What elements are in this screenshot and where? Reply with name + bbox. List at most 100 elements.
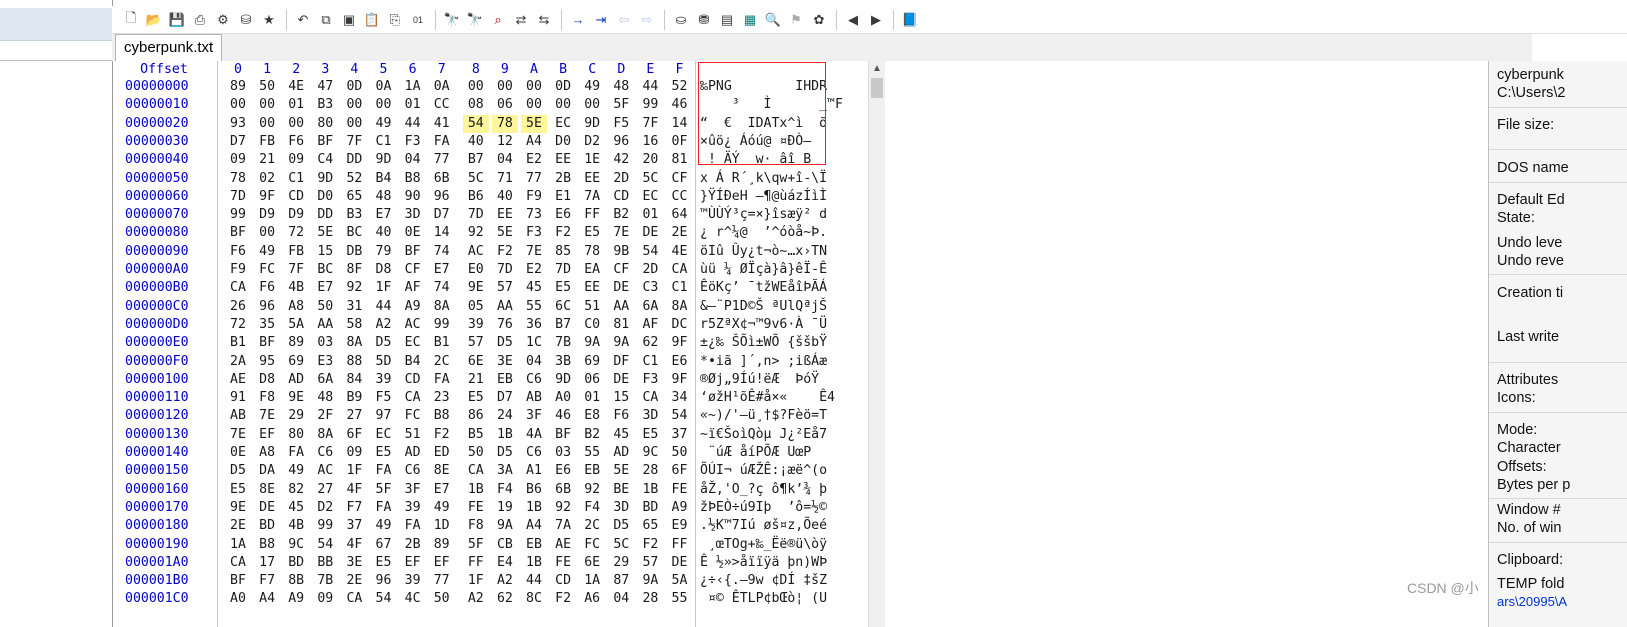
hex-byte[interactable]: E6	[550, 462, 576, 480]
hex-byte[interactable]: 57	[637, 554, 663, 572]
hex-byte[interactable]: 64	[667, 206, 693, 224]
hex-byte[interactable]: 39	[400, 572, 426, 590]
hex-byte[interactable]: 2B	[400, 536, 426, 554]
hex-byte[interactable]: 02	[254, 170, 280, 188]
hex-byte[interactable]: 9A	[608, 334, 634, 352]
hex-byte[interactable]: AC	[463, 243, 489, 261]
hex-byte[interactable]: 1B	[521, 554, 547, 572]
hex-byte[interactable]: FF	[579, 206, 605, 224]
hex-byte[interactable]: 0A	[429, 78, 455, 96]
hex-byte[interactable]: EB	[579, 462, 605, 480]
save-icon[interactable]: 💾	[166, 9, 188, 31]
hex-byte[interactable]: 67	[371, 536, 397, 554]
hex-byte[interactable]: 72	[225, 316, 251, 334]
hex-byte[interactable]: F3	[521, 224, 547, 242]
hex-byte[interactable]: 35	[254, 316, 280, 334]
hex-row[interactable]: 000001A0 CA 17 BD BB 3E E5 EF EF FF E4 1B FE 6E 29 57 DE…	[113, 554, 868, 572]
hex-byte[interactable]: A9	[283, 590, 309, 608]
hex-byte[interactable]: FC	[400, 407, 426, 425]
hex-byte[interactable]: D5	[608, 517, 634, 535]
hex-byte[interactable]: B6	[463, 188, 489, 206]
hex-byte[interactable]: EE	[579, 279, 605, 297]
hex-byte[interactable]: AD	[283, 371, 309, 389]
hex-byte[interactable]: BC	[312, 261, 338, 279]
hex-byte[interactable]: 6A	[312, 371, 338, 389]
hex-byte[interactable]: 78	[491, 114, 518, 133]
hex-byte[interactable]: 7E	[225, 426, 251, 444]
hex-byte[interactable]: A6	[579, 590, 605, 608]
text-column[interactable]: r5ZªX¢¬™9v6·À ¯Ü	[700, 316, 827, 334]
tools-icon[interactable]: ✿	[808, 9, 830, 31]
hex-byte[interactable]: C6	[521, 444, 547, 462]
hex-row[interactable]: 00000020 93 00 00 80 00 49 44 41 54 78 5E EC 9D F5 7F 14…	[113, 114, 868, 133]
hex-byte[interactable]: C0	[579, 316, 605, 334]
hex-byte[interactable]: 00	[579, 96, 605, 114]
hex-byte[interactable]: 00	[521, 78, 547, 96]
hex-byte[interactable]: 00	[463, 78, 489, 96]
hex-row[interactable]: 00000100 AE D8 AD 6A 84 39 CD FA 21 EB C6 9D 06 DE F3 9F…	[113, 371, 868, 389]
hex-byte[interactable]: 71	[492, 170, 518, 188]
hex-byte[interactable]: CD	[550, 572, 576, 590]
hex-byte[interactable]: 00	[492, 78, 518, 96]
hex-byte[interactable]: CF	[667, 170, 693, 188]
hex-byte[interactable]: 05	[463, 298, 489, 316]
hex-byte[interactable]: 8A	[341, 334, 367, 352]
hex-byte[interactable]: 06	[579, 371, 605, 389]
hex-byte[interactable]: 55	[579, 444, 605, 462]
hex-byte[interactable]: 6F	[341, 426, 367, 444]
hex-byte[interactable]: 01	[637, 206, 663, 224]
hex-row[interactable]: 00000000 89 50 4E 47 0D 0A 1A 0A 00 00 00 0D 49 48 44 52…	[113, 78, 868, 96]
hex-byte[interactable]: 27	[312, 481, 338, 499]
replace-hex-icon[interactable]: ⇆	[533, 9, 555, 31]
hex-byte[interactable]: 8E	[254, 481, 280, 499]
hex-byte[interactable]: 58	[341, 316, 367, 334]
hex-byte[interactable]: E3	[312, 353, 338, 371]
text-column[interactable]: ‰PNG IHDR	[700, 78, 827, 96]
hex-byte[interactable]: 03	[312, 334, 338, 352]
hex-byte[interactable]: E1	[550, 188, 576, 206]
hex-byte[interactable]: 9B	[608, 243, 634, 261]
hex-byte[interactable]: 65	[637, 517, 663, 535]
text-column[interactable]: ! ÄÝ w· âî B	[700, 151, 827, 169]
hex-byte[interactable]: 49	[371, 517, 397, 535]
hex-byte[interactable]: 1F	[463, 572, 489, 590]
zoom-icon[interactable]: 🔍	[762, 9, 784, 31]
hex-byte[interactable]: 1B	[463, 481, 489, 499]
hex-byte[interactable]: 86	[463, 407, 489, 425]
hex-byte[interactable]: 1E	[579, 151, 605, 169]
hex-row[interactable]: 00000070 99 D9 D9 DD B3 E7 3D D7 7D EE 73 E6 FF B2 01 64…	[113, 206, 868, 224]
hex-byte[interactable]: D9	[283, 206, 309, 224]
hex-byte[interactable]: 4B	[283, 517, 309, 535]
hex-row[interactable]: 000000F0 2A 95 69 E3 88 5D B4 2C 6E 3E 04 3B 69 DF C1 E6…	[113, 353, 868, 371]
hex-byte[interactable]: 04	[492, 151, 518, 169]
text-column[interactable]: öIû Ûy¿t¬ò~…x›TN	[700, 243, 827, 261]
hex-byte[interactable]: 2F	[312, 407, 338, 425]
hex-byte[interactable]: 52	[341, 170, 367, 188]
hex-byte[interactable]: E5	[371, 444, 397, 462]
hex-byte[interactable]: 45	[608, 426, 634, 444]
hex-byte[interactable]: 0D	[550, 78, 576, 96]
hex-byte[interactable]: 0E	[225, 444, 251, 462]
hex-byte[interactable]: ED	[429, 444, 455, 462]
hex-row[interactable]: 00000140 0E A8 FA C6 09 E5 AD ED 50 D5 C6 03 55 AD 9C 50…	[113, 444, 868, 462]
hex-byte[interactable]: 90	[400, 188, 426, 206]
properties-icon[interactable]: ⚙	[212, 9, 234, 31]
hex-byte[interactable]: D5	[492, 334, 518, 352]
hex-byte[interactable]: DE	[608, 371, 634, 389]
hex-byte[interactable]: 1C	[521, 334, 547, 352]
hex-byte[interactable]: 40	[463, 133, 489, 151]
text-column[interactable]: Ê ½»>åïïÿä þn)WÞ	[700, 554, 827, 572]
hex-byte[interactable]: 36	[521, 316, 547, 334]
hex-byte[interactable]: 5D	[371, 353, 397, 371]
text-column[interactable]: ~ï€ŠoìQòµ J¿²Eå7	[700, 426, 827, 444]
hex-byte[interactable]: 20	[637, 151, 663, 169]
hex-byte[interactable]: DF	[608, 353, 634, 371]
hex-byte[interactable]: EC	[637, 188, 663, 206]
replace-text-icon[interactable]: ⇄	[510, 9, 532, 31]
analyze-icon[interactable]: ⚑	[785, 9, 807, 31]
hex-byte[interactable]: 5A	[283, 316, 309, 334]
copy-block-icon[interactable]: ▣	[338, 9, 360, 31]
hex-byte[interactable]: DE	[608, 279, 634, 297]
hex-byte[interactable]: 95	[254, 353, 280, 371]
hex-byte[interactable]: F2	[429, 426, 455, 444]
